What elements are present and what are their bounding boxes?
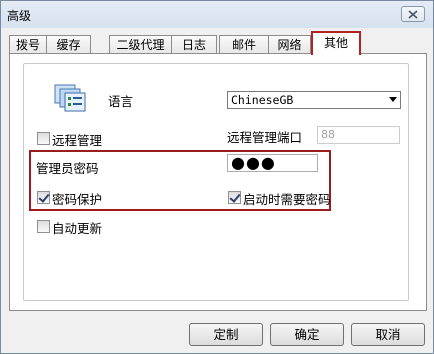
chevron-down-icon xyxy=(389,97,397,102)
password-protect-label: 密码保护 xyxy=(52,192,103,207)
startup-password-checkbox[interactable] xyxy=(228,191,241,204)
window-title: 高级 xyxy=(7,9,32,23)
customize-button[interactable]: 定制 xyxy=(189,323,263,346)
advanced-dialog: 高级 拨号 缓存 二级代理 日志 邮件 网络 其他 语言 ChineseGB 远… xyxy=(0,0,434,354)
remote-manage-checkbox[interactable] xyxy=(37,132,50,145)
language-icon xyxy=(54,84,86,112)
cancel-button[interactable]: 取消 xyxy=(351,323,425,346)
language-select[interactable]: ChineseGB xyxy=(227,91,401,109)
password-protect-checkbox[interactable] xyxy=(37,191,50,204)
tab-dial[interactable]: 拨号 xyxy=(9,35,47,54)
remote-port-input[interactable]: 88 xyxy=(317,126,400,144)
auto-update-label: 自动更新 xyxy=(52,221,103,236)
language-label: 语言 xyxy=(108,94,134,109)
remote-port-label: 远程管理端口 xyxy=(227,130,303,145)
tab-strip: 拨号 缓存 二级代理 日志 邮件 网络 其他 xyxy=(9,31,429,55)
tab-network[interactable]: 网络 xyxy=(268,35,311,54)
title-bar: 高级 xyxy=(1,1,433,28)
tab-cache[interactable]: 缓存 xyxy=(46,35,91,54)
language-select-value: ChineseGB xyxy=(231,93,294,107)
admin-password-input[interactable]: ●●● xyxy=(227,154,318,172)
remote-manage-label: 远程管理 xyxy=(52,133,103,148)
tab-mail[interactable]: 邮件 xyxy=(219,35,269,54)
close-button[interactable] xyxy=(401,6,425,22)
tab-other[interactable]: 其他 xyxy=(311,31,361,55)
ok-button[interactable]: 确定 xyxy=(270,323,344,346)
tab-secondary-proxy[interactable]: 二级代理 xyxy=(109,35,172,54)
close-icon xyxy=(408,9,418,19)
startup-password-label: 启动时需要密码 xyxy=(243,192,331,207)
admin-password-label: 管理员密码 xyxy=(36,161,99,176)
tab-log[interactable]: 日志 xyxy=(171,35,217,54)
auto-update-checkbox[interactable] xyxy=(37,220,50,233)
